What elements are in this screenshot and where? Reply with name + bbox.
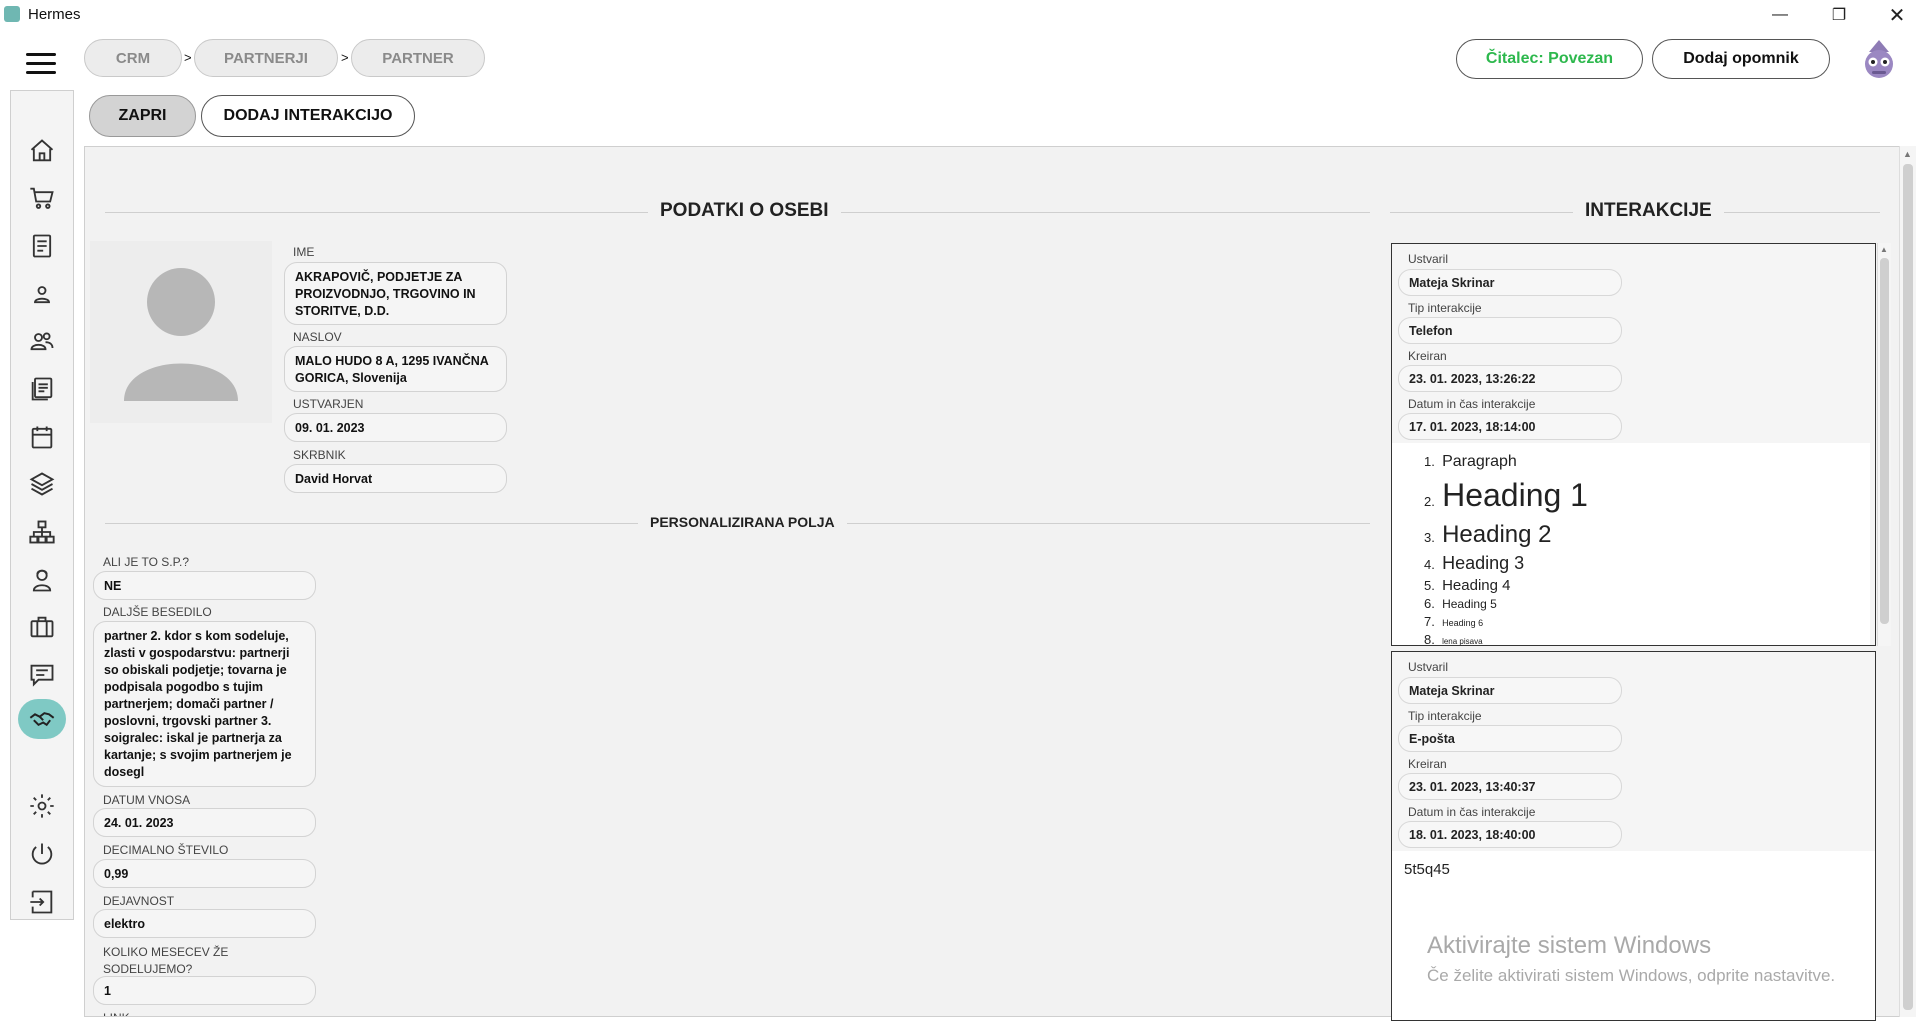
breadcrumb-partner[interactable]: PARTNER <box>351 39 485 77</box>
address-label: NASLOV <box>293 330 342 344</box>
custom-section-title: PERSONALIZIRANA POLJA <box>638 514 847 530</box>
settings-icon[interactable] <box>20 786 64 826</box>
datetime-field[interactable]: 17. 01. 2023, 18:14:00 <box>1398 413 1622 440</box>
document-icon[interactable] <box>20 226 64 266</box>
interactions-scrollbar[interactable]: ▲ <box>1877 243 1891 646</box>
person-section-title: PODATKI O OSEBI <box>648 200 841 222</box>
list-item: 5. Heading 4 <box>1424 577 1511 594</box>
activity-field[interactable]: elektro <box>93 909 316 938</box>
add-interaction-button[interactable]: DODAJ INTERAKCIJO <box>201 95 415 137</box>
calendar-icon[interactable] <box>20 417 64 457</box>
logout-icon[interactable] <box>20 882 64 922</box>
entry-date-field[interactable]: 24. 01. 2023 <box>93 808 316 837</box>
person-icon[interactable] <box>20 274 64 314</box>
created-label: USTVARJEN <box>293 397 364 411</box>
menu-icon[interactable] <box>26 53 56 75</box>
scrollbar-thumb[interactable] <box>1880 258 1889 624</box>
created-at-field[interactable]: 23. 01. 2023, 13:40:37 <box>1398 773 1622 800</box>
interaction-rich-text[interactable]: 1. Paragraph 2. Heading 1 3. Heading 2 4… <box>1392 443 1870 646</box>
list-item: 2. Heading 1 <box>1424 477 1588 513</box>
months-label: KOLIKO MESECEV ŽE SODELUJEMO? <box>103 945 229 976</box>
datetime-label: Datum in čas interakcije <box>1408 397 1536 411</box>
restore-button[interactable]: ❐ <box>1817 2 1861 28</box>
owner-label: SKRBNIK <box>293 448 346 462</box>
window-title: Hermes <box>28 6 81 23</box>
mascot-avatar-icon[interactable] <box>1862 38 1896 80</box>
created-by-field[interactable]: Mateja Skrinar <box>1398 677 1622 704</box>
minimize-button[interactable]: — <box>1758 2 1802 28</box>
reader-status-button[interactable]: Čitalec: Povezan <box>1456 39 1643 79</box>
sp-label: ALI JE TO S.P.? <box>103 555 190 569</box>
close-button[interactable]: ZAPRI <box>89 95 196 137</box>
created-at-label: Kreiran <box>1408 757 1447 771</box>
interaction-body-text: 5t5q45 <box>1404 861 1450 878</box>
app-logo-icon <box>4 6 20 22</box>
scroll-up-icon[interactable]: ▲ <box>1880 245 1888 254</box>
long-text-field[interactable]: partner 2. kdor s kom sodeluje, zlasti v… <box>93 621 316 787</box>
power-icon[interactable] <box>20 834 64 874</box>
decimal-label: DECIMALNO ŠTEVILO <box>103 843 229 857</box>
list-item: 6. Heading 5 <box>1424 596 1497 611</box>
add-reminder-button[interactable]: Dodaj opomnik <box>1652 39 1830 79</box>
owner-field[interactable]: David Horvat <box>284 464 507 493</box>
type-field[interactable]: E-pošta <box>1398 725 1622 752</box>
interaction-card[interactable]: Ustvaril Mateja Skrinar Tip interakcije … <box>1391 243 1876 646</box>
created-field[interactable]: 09. 01. 2023 <box>284 413 507 442</box>
type-label: Tip interakcije <box>1408 709 1482 723</box>
list-item: 3. Heading 2 <box>1424 521 1552 548</box>
people-icon[interactable] <box>20 321 64 361</box>
briefcase-icon[interactable] <box>20 607 64 647</box>
user-placeholder-icon <box>124 268 238 401</box>
breadcrumb-separator: > <box>184 50 192 65</box>
title-bar: Hermes — ❐ ✕ <box>0 0 1917 30</box>
created-at-field[interactable]: 23. 01. 2023, 13:26:22 <box>1398 365 1622 392</box>
home-icon[interactable] <box>20 131 64 171</box>
sp-field[interactable]: NE <box>93 571 316 600</box>
entry-date-label: DATUM VNOSA <box>103 793 191 807</box>
name-field[interactable]: AKRAPOVIČ, PODJETJE ZA PROIZVODNJO, TRGO… <box>284 262 507 325</box>
list-item: 1. Paragraph <box>1424 453 1517 470</box>
close-window-button[interactable]: ✕ <box>1875 2 1917 28</box>
decimal-field[interactable]: 0,99 <box>93 859 316 888</box>
activation-watermark-title: Aktivirajte sistem Windows <box>1427 932 1712 959</box>
created-by-label: Ustvaril <box>1408 252 1449 266</box>
scrollbar-thumb[interactable] <box>1903 164 1913 1010</box>
next-field-label: LINK <box>103 1011 130 1016</box>
chat-icon[interactable] <box>20 655 64 695</box>
type-label: Tip interakcije <box>1408 301 1482 315</box>
interactions-section-title: INTERAKCIJE <box>1573 200 1724 222</box>
created-at-label: Kreiran <box>1408 349 1447 363</box>
notes-icon[interactable] <box>20 369 64 409</box>
network-icon[interactable] <box>20 512 64 552</box>
address-field[interactable]: MALO HUDO 8 A, 1295 IVANČNA GORICA, Slov… <box>284 346 507 392</box>
type-field[interactable]: Telefon <box>1398 317 1622 344</box>
main-scrollbar[interactable]: ▲ <box>1899 146 1916 1017</box>
avatar <box>90 241 272 423</box>
months-field[interactable]: 1 <box>93 976 316 1005</box>
name-label: IME <box>293 245 315 259</box>
list-item: 8. lena pisava <box>1424 632 1483 646</box>
support-person-icon[interactable] <box>20 560 64 600</box>
handshake-icon[interactable] <box>18 699 66 739</box>
created-by-field[interactable]: Mateja Skrinar <box>1398 269 1622 296</box>
datetime-field[interactable]: 18. 01. 2023, 18:40:00 <box>1398 821 1622 848</box>
activation-watermark-text: Če želite aktivirati sistem Windows, odp… <box>1427 966 1836 985</box>
list-item: 4. Heading 3 <box>1424 553 1525 573</box>
list-item: 7. Heading 6 <box>1424 614 1484 629</box>
layers-icon[interactable] <box>20 464 64 504</box>
breadcrumb-separator: > <box>341 50 349 65</box>
datetime-label: Datum in čas interakcije <box>1408 805 1536 819</box>
activity-label: DEJAVNOST <box>103 894 175 908</box>
breadcrumb-partnerji[interactable]: PARTNERJI <box>194 39 338 77</box>
created-by-label: Ustvaril <box>1408 660 1449 674</box>
breadcrumb-crm[interactable]: CRM <box>84 39 182 77</box>
cart-icon[interactable] <box>20 178 64 218</box>
scroll-up-icon[interactable]: ▲ <box>1903 149 1912 159</box>
long-text-label: DALJŠE BESEDILO <box>103 605 212 619</box>
